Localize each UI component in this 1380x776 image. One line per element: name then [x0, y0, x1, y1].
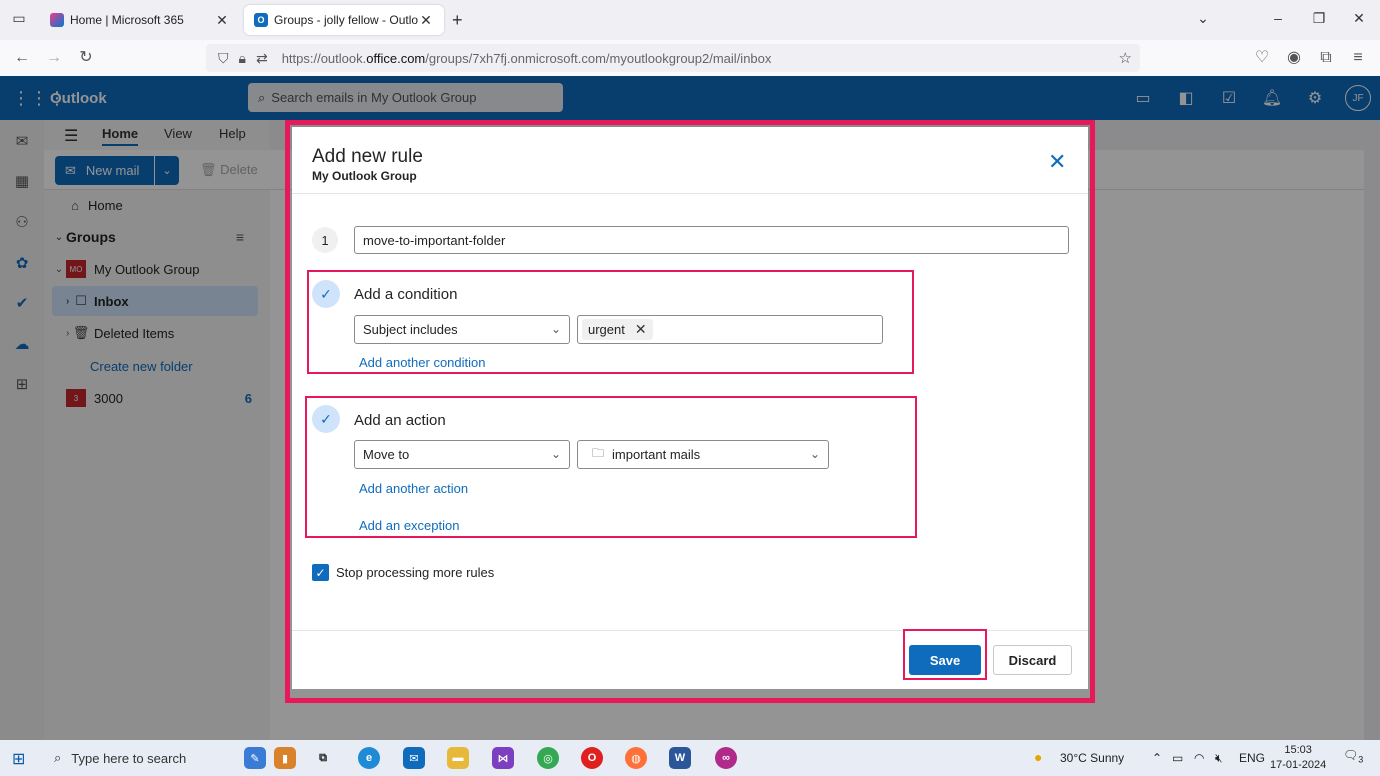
reload-icon[interactable]: ↻	[76, 48, 96, 68]
library-icon[interactable]: ▮	[274, 747, 296, 769]
checkmark-icon: ✓	[312, 280, 340, 308]
chevron-down-icon: ⌄	[809, 447, 820, 461]
books-icon[interactable]: ✎	[244, 747, 266, 769]
visual-studio-icon[interactable]: ⋈	[492, 747, 514, 769]
restore-icon[interactable]: ❐	[1309, 10, 1329, 27]
microsoft-365-icon	[50, 13, 64, 27]
tab-title: Groups - jolly fellow - Outlook	[274, 13, 418, 27]
windows-start-icon[interactable]: ⊞	[12, 749, 25, 769]
tab-overflow-icon[interactable]: ⌄	[1193, 10, 1213, 27]
language-indicator[interactable]: ENG	[1239, 751, 1265, 765]
tab-outlook-groups[interactable]: O Groups - jolly fellow - Outlook ✕	[244, 5, 444, 35]
condition-label: Add a condition	[354, 286, 458, 303]
volume-muted-icon[interactable]: 🔇︎	[1215, 751, 1223, 766]
rule-name-input[interactable]	[354, 226, 1069, 254]
remove-tag-icon[interactable]: ✕	[635, 321, 647, 338]
weather-text[interactable]: 30°C Sunny	[1060, 751, 1124, 765]
firefox-icon[interactable]: ◍	[625, 747, 647, 769]
back-icon[interactable]: ←	[12, 48, 32, 68]
forward-icon[interactable]: →	[44, 48, 64, 68]
battery-icon[interactable]: ▭	[1172, 751, 1183, 765]
add-exception-link[interactable]: Add an exception	[359, 518, 459, 533]
tab-microsoft-365[interactable]: Home | Microsoft 365 ✕	[40, 5, 240, 35]
windows-taskbar: ⊞ ⌕ Type here to search ✎ ▮ ⧉ e ✉ ▬ ⋈ ◎ …	[0, 740, 1380, 776]
add-another-condition-link[interactable]: Add another condition	[359, 355, 485, 370]
condition-value-input[interactable]: urgent ✕	[577, 315, 883, 344]
condition-type-dropdown[interactable]: Subject includes ⌄	[354, 315, 570, 344]
address-bar[interactable]: ⛉ 🔒︎ ⇄ https://outlook.office.com/groups…	[206, 44, 1140, 72]
tab-title: Home | Microsoft 365	[70, 13, 184, 27]
folder-icon: 🗀	[592, 446, 605, 460]
minimize-icon[interactable]: –	[1268, 10, 1288, 26]
step-number: 1	[312, 227, 338, 253]
permissions-icon: ⇄	[255, 49, 268, 66]
action-label: Add an action	[354, 412, 446, 429]
menu-icon[interactable]: ≡	[1348, 48, 1368, 68]
close-window-icon[interactable]: ✕	[1349, 10, 1369, 27]
pocket-icon[interactable]: ♡	[1252, 48, 1272, 68]
keyword-tag: urgent ✕	[582, 319, 653, 340]
notification-icon[interactable]: 🗨︎3	[1343, 748, 1363, 764]
search-icon: ⌕	[54, 750, 62, 765]
mail-app-icon[interactable]: ✉	[403, 747, 425, 769]
dialog-subtitle: My Outlook Group	[312, 169, 417, 183]
browser-tab-bar: ▭ Home | Microsoft 365 ✕ O Groups - joll…	[0, 0, 1380, 40]
url-text: https://outlook.office.com/groups/7xh7fj…	[281, 50, 772, 66]
edge-icon[interactable]: e	[358, 747, 380, 769]
save-button[interactable]: Save	[909, 645, 981, 675]
lock-icon: 🔒︎	[238, 49, 246, 66]
bookmark-star-icon[interactable]: ☆	[1119, 49, 1132, 67]
chrome-icon[interactable]: ◎	[537, 747, 559, 769]
shield-icon: ⛉	[218, 49, 229, 66]
checkmark-icon: ✓	[312, 405, 340, 433]
extensions-icon[interactable]: ⧉	[1316, 48, 1336, 68]
add-rule-dialog: Add new rule My Outlook Group ✕ 1 ✓ Add …	[292, 127, 1088, 689]
action-type-dropdown[interactable]: Move to ⌄	[354, 440, 570, 469]
new-tab-icon[interactable]: +	[452, 10, 463, 31]
outlook-icon: O	[254, 13, 268, 27]
stop-processing-label: Stop processing more rules	[336, 565, 495, 580]
target-folder-dropdown[interactable]: 🗀 important mails ⌄	[577, 440, 829, 469]
close-tab-icon[interactable]: ✕	[214, 12, 230, 29]
weather-sun-icon[interactable]: ●	[1034, 749, 1042, 765]
chevron-down-icon: ⌄	[550, 322, 561, 336]
network-icon[interactable]: ◠	[1194, 751, 1204, 765]
account-icon[interactable]: ◉	[1284, 48, 1304, 68]
discard-button[interactable]: Discard	[993, 645, 1072, 675]
opera-icon[interactable]: O	[581, 747, 603, 769]
close-icon[interactable]: ✕	[1048, 149, 1066, 175]
browser-nav-bar: ← → ↻ ⛉ 🔒︎ ⇄ https://outlook.office.com/…	[0, 40, 1380, 76]
tab-list-icon[interactable]: ▭	[10, 10, 28, 28]
task-view-icon[interactable]: ⧉	[312, 747, 334, 769]
chevron-down-icon: ⌄	[550, 447, 561, 461]
clock[interactable]: 15:03 17-01-2024	[1270, 743, 1326, 773]
chevron-up-icon[interactable]: ⌃	[1152, 751, 1162, 765]
file-explorer-icon[interactable]: ▬	[447, 747, 469, 769]
stop-processing-checkbox[interactable]: ✓	[312, 564, 329, 581]
add-another-action-link[interactable]: Add another action	[359, 481, 468, 496]
media-app-icon[interactable]: ∞	[715, 747, 737, 769]
divider	[292, 193, 1088, 194]
word-icon[interactable]: W	[669, 747, 691, 769]
close-tab-icon[interactable]: ✕	[418, 12, 434, 29]
dialog-title: Add new rule	[312, 146, 423, 167]
